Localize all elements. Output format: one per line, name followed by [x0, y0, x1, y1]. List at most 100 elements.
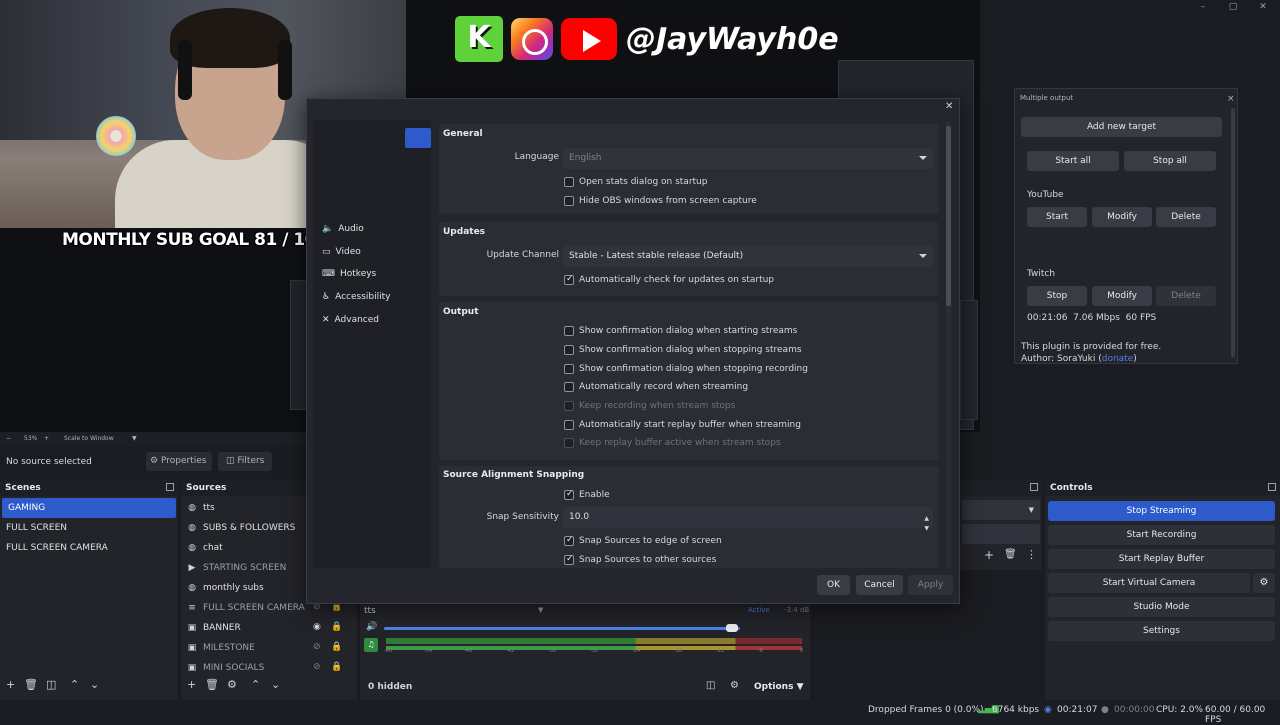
- eye-icon[interactable]: ◉: [313, 622, 321, 632]
- source-properties-icon[interactable]: ⚙: [227, 678, 237, 691]
- eye-hidden-icon[interactable]: ⊘: [313, 662, 321, 672]
- auto-check-updates-checkbox[interactable]: Automatically check for updates on start…: [564, 273, 774, 287]
- scene-filters-icon[interactable]: ◫: [46, 678, 56, 691]
- confirm-stop-stream-checkbox[interactable]: Show confirmation dialog when stopping s…: [564, 343, 802, 357]
- confirm-stop-recording-checkbox[interactable]: Show confirmation dialog when stopping r…: [564, 362, 808, 376]
- lock-icon[interactable]: 🔒: [331, 662, 342, 672]
- close-icon[interactable]: ×: [1227, 94, 1235, 104]
- sidebar-item-audio[interactable]: 🔈 Audio: [322, 220, 364, 238]
- open-stats-checkbox[interactable]: Open stats dialog on startup: [564, 175, 707, 189]
- fps-readout: 60.00 / 60.00 FPS: [1205, 705, 1266, 725]
- volume-slider-track[interactable]: [384, 627, 740, 630]
- hide-obs-checkbox[interactable]: Hide OBS windows from screen capture: [564, 194, 757, 208]
- mixer-settings-icon[interactable]: ⚙: [730, 680, 739, 691]
- options-button[interactable]: Options ▼: [754, 682, 804, 692]
- start-virtual-camera-button[interactable]: Start Virtual Camera: [1048, 573, 1250, 593]
- close-window-icon[interactable]: ✕: [1248, 0, 1278, 14]
- checkbox[interactable]: [564, 554, 574, 565]
- checkbox[interactable]: [564, 326, 574, 336]
- donate-link[interactable]: donate: [1102, 354, 1134, 364]
- cancel-button[interactable]: Cancel: [856, 575, 903, 595]
- virtual-camera-settings-icon[interactable]: ⚙: [1253, 573, 1275, 593]
- lock-icon[interactable]: 🔒: [331, 642, 342, 652]
- volume-slider-handle[interactable]: [726, 624, 738, 632]
- zoom-out-icon[interactable]: −: [6, 432, 11, 446]
- sidebar-item-video[interactable]: ▭ Video: [322, 243, 361, 261]
- checkbox[interactable]: [564, 274, 574, 285]
- start-all-button[interactable]: Start all: [1027, 151, 1119, 171]
- undock-icon[interactable]: [1030, 483, 1038, 491]
- youtube-delete-button[interactable]: Delete: [1156, 207, 1216, 227]
- update-channel-select[interactable]: Stable - Latest stable release (Default): [563, 246, 933, 267]
- scrollbar-thumb[interactable]: [946, 126, 951, 306]
- duration-field[interactable]: [962, 524, 1040, 544]
- checkbox[interactable]: [564, 196, 574, 206]
- checkbox[interactable]: [564, 420, 574, 430]
- transition-select[interactable]: ▼: [962, 500, 1040, 520]
- add-scene-icon[interactable]: +: [6, 678, 15, 691]
- snapping-enable-checkbox[interactable]: Enable: [564, 488, 610, 502]
- checkbox[interactable]: [564, 364, 574, 374]
- add-new-target-button[interactable]: Add new target: [1021, 117, 1222, 137]
- chevron-down-icon[interactable]: ▼: [538, 606, 543, 614]
- move-up-icon[interactable]: ⌃: [70, 678, 79, 691]
- layout-icon[interactable]: ◫: [706, 680, 715, 691]
- add-transition-icon[interactable]: +: [984, 548, 994, 562]
- apply-button[interactable]: Apply: [908, 575, 953, 595]
- snap-edge-checkbox[interactable]: Snap Sources to edge of screen: [564, 534, 722, 548]
- settings-button[interactable]: Settings: [1048, 621, 1275, 641]
- remove-source-icon[interactable]: 🗑: [205, 678, 219, 691]
- start-recording-button[interactable]: Start Recording: [1048, 525, 1275, 545]
- snap-other-sources-checkbox[interactable]: Snap Sources to other sources: [564, 553, 716, 567]
- snap-sensitivity-field[interactable]: 10.0 ▲ ▼: [563, 507, 933, 532]
- scene-item-gaming[interactable]: GAMING: [2, 498, 176, 518]
- undock-icon[interactable]: [166, 483, 174, 491]
- checkbox[interactable]: [564, 535, 574, 546]
- sidebar-item-accessibility[interactable]: ♿ Accessibility: [322, 288, 390, 306]
- youtube-start-button[interactable]: Start: [1027, 207, 1087, 227]
- scene-item-full-screen[interactable]: FULL SCREEN: [0, 518, 178, 538]
- stop-all-button[interactable]: Stop all: [1124, 151, 1216, 171]
- checkbox[interactable]: [564, 345, 574, 355]
- close-icon[interactable]: ✕: [945, 101, 953, 112]
- minimize-icon[interactable]: –: [1188, 0, 1218, 14]
- sidebar-item-general[interactable]: [405, 128, 431, 148]
- move-down-icon[interactable]: ⌄: [90, 678, 99, 691]
- language-select[interactable]: English: [563, 148, 933, 169]
- studio-mode-button[interactable]: Studio Mode: [1048, 597, 1275, 617]
- speaker-icon[interactable]: 🔊: [366, 622, 377, 632]
- lock-icon[interactable]: 🔒: [331, 622, 342, 632]
- maximize-icon[interactable]: ▢: [1218, 0, 1248, 14]
- auto-record-checkbox[interactable]: Automatically record when streaming: [564, 380, 748, 394]
- checkbox[interactable]: [564, 489, 574, 500]
- undock-icon[interactable]: [1268, 483, 1276, 491]
- scrollbar[interactable]: [1231, 108, 1235, 358]
- more-options-icon[interactable]: ⋮: [1026, 548, 1037, 561]
- stop-streaming-button[interactable]: Stop Streaming: [1048, 501, 1275, 521]
- remove-scene-icon[interactable]: 🗑: [24, 678, 38, 691]
- checkbox[interactable]: [564, 382, 574, 392]
- filters-button[interactable]: ◫ Filters: [218, 452, 272, 471]
- spin-down-icon[interactable]: ▼: [924, 518, 929, 539]
- properties-button[interactable]: ⚙ Properties: [146, 452, 212, 471]
- checkbox[interactable]: [564, 177, 574, 187]
- add-source-icon[interactable]: +: [187, 678, 196, 691]
- youtube-modify-button[interactable]: Modify: [1092, 207, 1152, 227]
- move-up-icon[interactable]: ⌃: [251, 678, 260, 691]
- scale-mode-select[interactable]: Scale to Window: [64, 432, 114, 446]
- chevron-down-icon[interactable]: ▼: [132, 432, 137, 446]
- remove-transition-icon[interactable]: 🗑: [1004, 549, 1017, 560]
- zoom-in-icon[interactable]: +: [44, 432, 49, 446]
- sidebar-item-advanced[interactable]: ✕ Advanced: [322, 311, 379, 329]
- sidebar-item-hotkeys[interactable]: ⌨ Hotkeys: [322, 265, 376, 283]
- scene-item-full-screen-camera[interactable]: FULL SCREEN CAMERA: [0, 538, 178, 558]
- start-replay-buffer-button[interactable]: Start Replay Buffer: [1048, 549, 1275, 569]
- twitch-stop-button[interactable]: Stop: [1027, 286, 1087, 306]
- ok-button[interactable]: OK: [817, 575, 850, 595]
- confirm-start-stream-checkbox[interactable]: Show confirmation dialog when starting s…: [564, 324, 797, 338]
- move-down-icon[interactable]: ⌄: [271, 678, 280, 691]
- headphones-icon[interactable]: ♫: [364, 638, 378, 652]
- eye-hidden-icon[interactable]: ⊘: [313, 642, 321, 652]
- twitch-modify-button[interactable]: Modify: [1092, 286, 1152, 306]
- auto-replay-buffer-checkbox[interactable]: Automatically start replay buffer when s…: [564, 418, 801, 432]
